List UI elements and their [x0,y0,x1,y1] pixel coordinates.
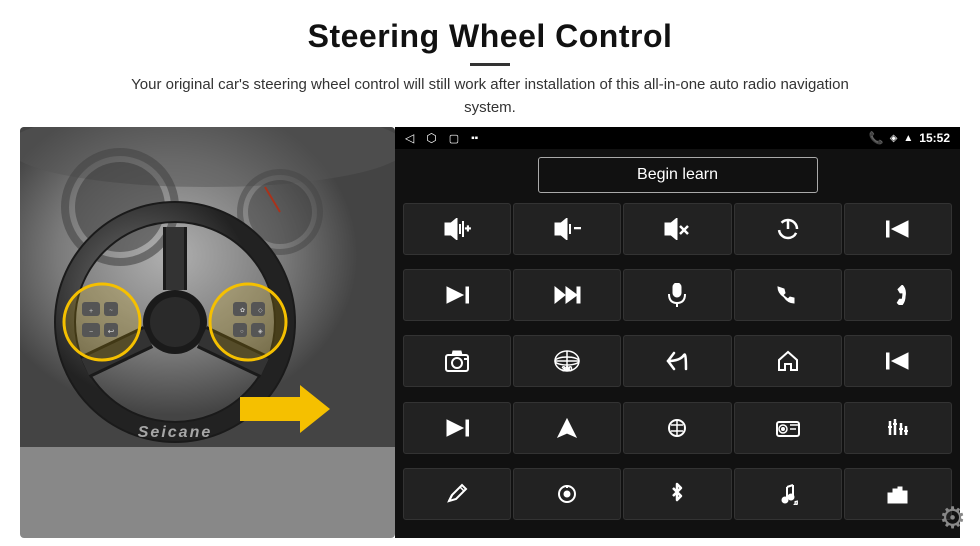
music-button[interactable]: ♫ [734,468,842,520]
page-container: Steering Wheel Control Your original car… [0,0,980,546]
vol-down-button[interactable]: − [513,203,621,255]
camera-button[interactable] [403,335,511,387]
begin-learn-button[interactable]: Begin learn [538,157,818,193]
status-bar: ◁ ⬡ ▢ ▪▪ 📞 ◈ ▲ 15:52 [395,127,960,149]
home-nav-icon: ⬡ [426,131,436,145]
begin-learn-row: Begin learn [395,149,960,201]
bluetooth-button[interactable] [623,468,731,520]
prev-track-button[interactable] [844,203,952,255]
title-divider [470,63,510,66]
phone-hangup-button[interactable] [844,269,952,321]
status-bar-right: 📞 ◈ ▲ 15:52 [869,131,950,145]
navigate-button[interactable] [513,402,621,454]
recents-nav-icon: ▢ [449,132,459,145]
gps-icon: ◈ [890,133,898,144]
settings-knob-button[interactable] [513,468,621,520]
svg-text:↩: ↩ [108,327,115,336]
time-display: 15:52 [919,131,950,145]
phone-status-icon: 📞 [869,131,884,145]
svg-text:−: − [574,221,581,235]
svg-text:Seicane: Seicane [138,424,212,441]
mic-button[interactable] [623,269,731,321]
fast-forward-button[interactable] [513,269,621,321]
steering-wheel-image: + ~ − ↩ ✿ ◇ ○ ◈ Seicane [20,127,395,538]
status-bar-left: ◁ ⬡ ▢ ▪▪ [405,131,478,145]
svg-text:−: − [89,329,93,336]
svg-text:+: + [465,224,471,235]
power-button[interactable] [734,203,842,255]
radio-button[interactable] [734,402,842,454]
vol-mute-button[interactable] [623,203,731,255]
swap-button[interactable] [623,402,731,454]
settings-gear-icon[interactable]: ⚙ [939,501,966,536]
svg-text:◇: ◇ [258,308,263,314]
home-button[interactable] [734,335,842,387]
back-button[interactable] [623,335,731,387]
back-nav-icon: ◁ [405,131,414,145]
android-panel: ◁ ⬡ ▢ ▪▪ 📞 ◈ ▲ 15:52 Begin learn [395,127,960,538]
svg-text:+: + [89,308,93,315]
signal-icon: ▪▪ [471,133,478,144]
svg-text:~: ~ [109,308,113,314]
subtitle: Your original car's steering wheel contr… [110,74,870,119]
view-360-button[interactable]: 360 [513,335,621,387]
wifi-icon: ▲ [903,133,913,144]
next-track-button[interactable] [403,269,511,321]
controls-grid: + − [395,201,960,538]
skip-forward-button[interactable] [403,402,511,454]
header-section: Steering Wheel Control Your original car… [50,0,930,127]
skip-back-button[interactable] [844,335,952,387]
svg-text:♫: ♫ [793,500,798,505]
content-area: + ~ − ↩ ✿ ◇ ○ ◈ Seicane [0,127,980,546]
equalizer-bars-button[interactable] [844,468,952,520]
svg-text:○: ○ [240,329,244,335]
svg-text:360: 360 [562,367,573,373]
steering-wheel-svg: + ~ − ↩ ✿ ◇ ○ ◈ Seicane [20,127,395,447]
vol-up-button[interactable]: + [403,203,511,255]
page-title: Steering Wheel Control [110,18,870,55]
pen-button[interactable] [403,468,511,520]
phone-answer-button[interactable] [734,269,842,321]
eq-button[interactable] [844,402,952,454]
svg-text:✿: ✿ [240,307,245,314]
svg-text:◈: ◈ [258,329,263,335]
